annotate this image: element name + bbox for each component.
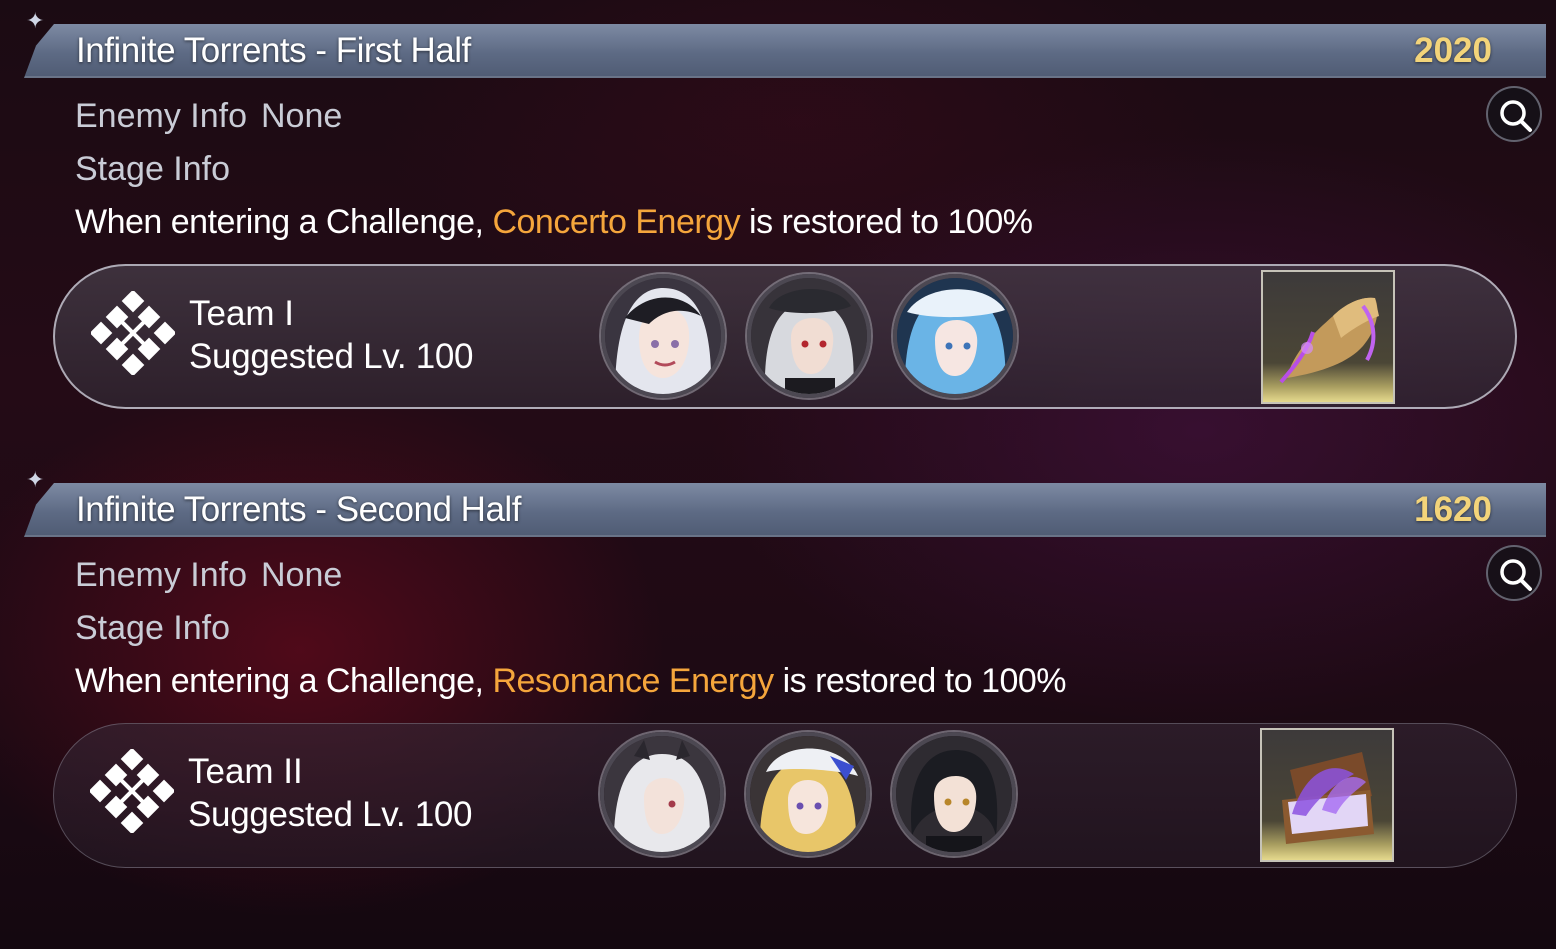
effect-highlight: Concerto Energy [492, 203, 741, 241]
sparkle-icon: ✦ [26, 467, 45, 492]
effect-suffix: is restored to 100% [740, 203, 1033, 241]
enemy-info-label: Enemy Info [75, 556, 247, 594]
magnifier-icon [1500, 559, 1532, 591]
stage-effect-text: When entering a Challenge, Resonance Ene… [75, 661, 1067, 701]
sparkle-icon: ✦ [26, 8, 45, 33]
stage-info-label: Stage Info [75, 150, 231, 188]
enemy-info-label: Enemy Info [75, 97, 247, 135]
team-name: Team II [188, 752, 303, 791]
character-avatar-2[interactable] [746, 732, 870, 856]
stage-score: 1620 [1414, 490, 1492, 529]
effect-highlight: Resonance Energy [492, 662, 774, 700]
effect-prefix: When entering a Challenge, [75, 203, 493, 241]
purple-chest-reward-icon [1282, 752, 1374, 844]
team-panel[interactable]: Team II Suggested Lv. 100 [53, 723, 1517, 868]
silver-hair-character-icon [605, 278, 721, 394]
team-name: Team I [189, 294, 295, 333]
team-emblem-icon [91, 291, 175, 375]
team-emblem-icon [90, 749, 174, 833]
silver-hair-beret-character-icon [751, 278, 867, 394]
character-avatar-3[interactable] [893, 274, 1017, 398]
magnifier-icon [1500, 100, 1532, 132]
effect-prefix: When entering a Challenge, [75, 662, 493, 700]
character-avatar-3[interactable] [892, 732, 1016, 856]
reward-item[interactable] [1261, 270, 1395, 404]
effect-suffix: is restored to 100% [773, 662, 1067, 700]
blonde-hair-white-hat-character-icon [750, 736, 866, 852]
enemy-detail-search-button[interactable] [1486, 86, 1542, 142]
enemy-info-row: Enemy Info None [75, 555, 342, 595]
golden-glove-reward-icon [1279, 297, 1379, 384]
blue-hair-character-icon [897, 278, 1013, 394]
stage-info-label: Stage Info [75, 609, 231, 647]
suggested-level: Suggested Lv. 100 [189, 337, 474, 376]
suggested-level: Suggested Lv. 100 [188, 795, 473, 834]
enemy-detail-search-button[interactable] [1486, 545, 1542, 601]
reward-item[interactable] [1260, 728, 1394, 862]
character-avatar-1[interactable] [601, 274, 725, 398]
stage-effect-text: When entering a Challenge, Concerto Ener… [75, 202, 1033, 242]
stage-title: Infinite Torrents - Second Half [76, 490, 521, 529]
enemy-info-value: None [260, 97, 343, 135]
stage-score: 2020 [1414, 31, 1492, 70]
enemy-info-row: Enemy Info None [75, 96, 342, 136]
white-hair-horns-character-icon [604, 736, 720, 852]
black-hair-character-icon [896, 736, 1012, 852]
stage-title: Infinite Torrents - First Half [76, 31, 471, 70]
enemy-info-value: None [260, 556, 343, 594]
character-avatar-1[interactable] [600, 732, 724, 856]
character-avatar-2[interactable] [747, 274, 871, 398]
team-panel[interactable]: Team I Suggested Lv. 100 [53, 264, 1517, 409]
